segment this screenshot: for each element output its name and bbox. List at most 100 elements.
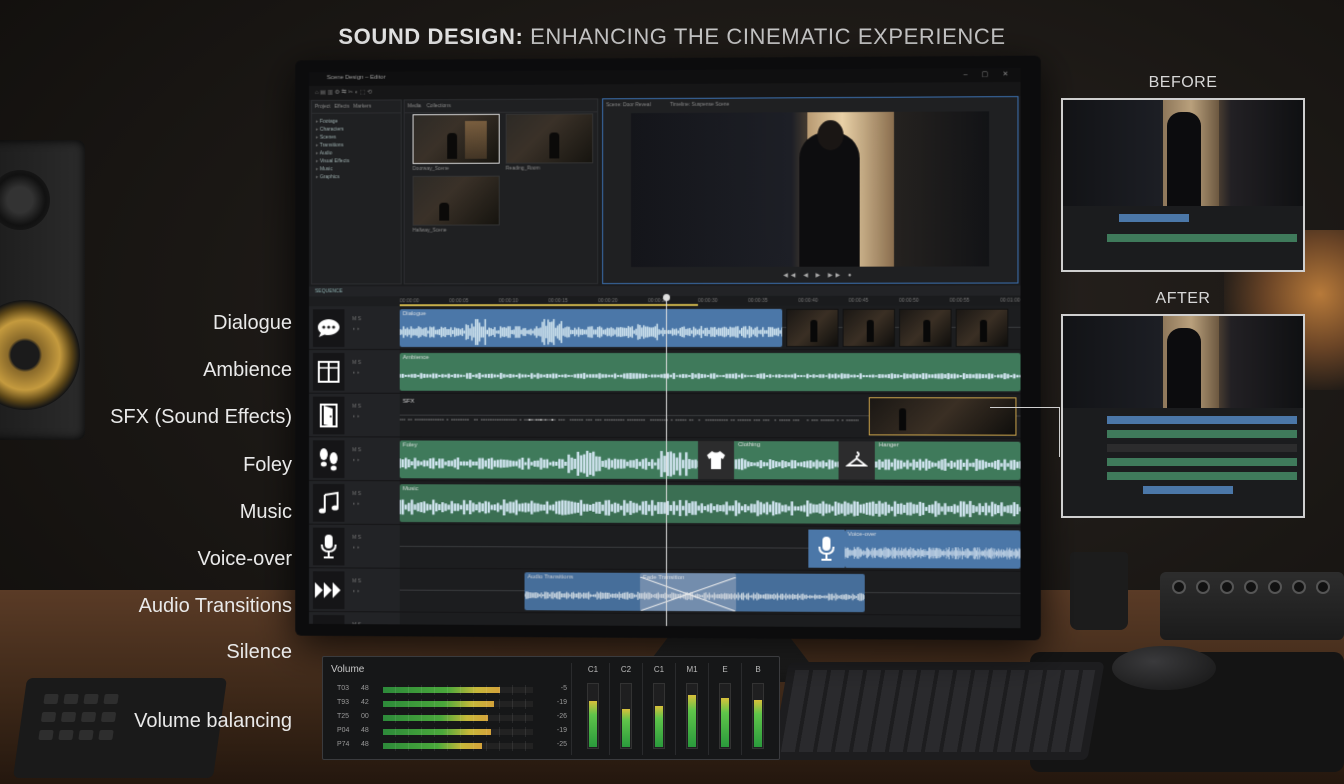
channel-name: C1 [587, 665, 599, 674]
hanger-icon [838, 441, 875, 480]
media-panel: Media Collections Doorway_Scene Reading_… [403, 98, 599, 285]
ruler-mark: 00:00:15 [548, 298, 568, 305]
track-controls[interactable]: M S◖ ◗ [352, 358, 361, 378]
footsteps-icon [312, 440, 345, 479]
channel-meter [620, 683, 632, 749]
tab-program[interactable]: Scene: Door Reveal [606, 102, 651, 108]
playhead[interactable] [665, 295, 667, 627]
ruler-mark: 00:00:45 [848, 297, 869, 304]
video-thumbnail[interactable] [955, 308, 1009, 347]
track-controls[interactable]: M S◖ ◗ [352, 402, 361, 422]
callout-volume-balancing: Volume balancing [134, 710, 292, 732]
track-header[interactable]: M S◖ ◗ [309, 437, 400, 482]
channel-meter [752, 683, 764, 749]
callout-foley: Foley [243, 454, 292, 476]
video-preview [631, 111, 990, 268]
before-timeline [1063, 206, 1303, 270]
channel-strip[interactable]: C1 [647, 665, 671, 749]
page-title: SOUND DESIGN: ENHANCING THE CINEMATIC EX… [338, 24, 1006, 49]
before-panel [1061, 98, 1305, 272]
video-thumbnail[interactable] [899, 308, 952, 347]
audio-clip[interactable]: SFX [399, 397, 859, 436]
ruler-mark: 00:00:35 [748, 297, 768, 304]
track-controls[interactable]: M S◖ ◗ [352, 314, 361, 334]
channel-name: C1 [653, 665, 665, 674]
ruler-mark: 00:01:00 [1000, 297, 1020, 304]
ruler-mark: 00:00:40 [798, 297, 818, 304]
program-header: Timeline: Suspense Scene [670, 101, 730, 108]
channel-strip[interactable]: C1 [581, 665, 605, 749]
time-ruler[interactable]: 00:00:00 00:00:05 00:00:10 00:00:15 00:00:20… [399, 295, 1021, 307]
channel-strip[interactable]: E [713, 665, 737, 749]
fade-transition[interactable]: Fade Transition [640, 572, 737, 612]
track-header[interactable]: M S◖ ◗ [309, 349, 400, 394]
thumbnail-label: Reading_Room [505, 165, 541, 172]
track-lane: Audio Transitions Fade Transition [399, 568, 1021, 617]
after-panel [1061, 314, 1305, 518]
row-db: -25 [556, 741, 567, 748]
ruler-mark: 00:00:50 [899, 297, 919, 304]
channel-strip[interactable]: C2 [614, 665, 638, 749]
project-panel: Project Effects Markers Footage Characte… [310, 99, 402, 285]
audio-clip[interactable]: Ambience [399, 352, 1021, 392]
after-timeline [1063, 408, 1303, 516]
track-controls[interactable]: M S◖ ◗ [352, 576, 361, 596]
tab-project[interactable]: Project [315, 104, 330, 110]
track-controls[interactable]: M S◖ ◗ [352, 620, 361, 628]
track-controls[interactable]: M S◖ ◗ [352, 445, 361, 465]
ruler-mark: 00:00:55 [949, 297, 970, 304]
audio-clip[interactable]: Voice-over [844, 529, 1021, 569]
media-thumbnail[interactable] [412, 113, 500, 165]
transport-controls[interactable]: ◀◀ ◀ ▶ ▶▶ ● [783, 272, 854, 279]
media-thumbnail[interactable] [412, 175, 500, 226]
volume-panel: Volume T03 48 -5 T93 42 -19 T25 00 -26 P… [322, 656, 780, 760]
microphone-icon [312, 527, 345, 566]
after-preview [1063, 316, 1303, 408]
tree-item[interactable]: Graphics [316, 173, 397, 181]
callout-music: Music [239, 501, 292, 523]
media-thumbnail[interactable] [505, 113, 594, 164]
channel-strip[interactable]: M1 [680, 665, 704, 749]
tab-markers[interactable]: Markers [353, 104, 371, 110]
track-lane: Foley Clothing Hanger [399, 437, 1021, 484]
audio-clip[interactable]: Music [399, 484, 1021, 525]
track-header[interactable]: M S◖ ◗ [309, 393, 400, 438]
track-header[interactable]: M S◖ ◗ [309, 611, 400, 629]
track-lane: SFX [399, 393, 1021, 439]
music-note-icon [312, 483, 345, 522]
track-controls[interactable]: M S◖ ◗ [352, 489, 361, 509]
media-tabs[interactable]: Media Collections [404, 99, 598, 114]
foley-tag: Hanger [878, 442, 899, 449]
row-db: -19 [556, 727, 567, 734]
track-lane: Music [399, 481, 1021, 528]
fast-forward-icon [312, 571, 345, 610]
program-tabs[interactable]: Scene: Door Reveal Timeline: Suspense Sc… [603, 97, 1017, 111]
video-thumbnail[interactable] [842, 308, 896, 347]
callout-sfx-sound-effects: SFX (Sound Effects) [110, 406, 292, 428]
row-db: -19 [556, 699, 567, 706]
tab-effects[interactable]: Effects [334, 104, 349, 110]
track-header[interactable]: M S◖ ◗ [309, 568, 400, 613]
window-icon [312, 352, 345, 391]
audio-clip[interactable]: Dialogue [399, 308, 783, 348]
track-lane: Voice-over [399, 524, 1021, 572]
channel-strip[interactable]: B [746, 665, 770, 749]
row-name: T93 [337, 699, 350, 706]
tab-media[interactable]: Media [408, 103, 421, 109]
track-controls[interactable]: M S◖ ◗ [352, 533, 361, 553]
channel-meter [587, 683, 599, 749]
row-channel: 42 [361, 699, 369, 706]
silence-meter-icon [312, 614, 345, 629]
window-controls[interactable]: – ▢ ✕ [963, 70, 1014, 78]
track-header[interactable]: M S◖ ◗ [309, 524, 400, 569]
track-header[interactable]: M S◖ ◗ [309, 480, 400, 525]
foley-tag: Clothing [738, 442, 761, 449]
track-lane [399, 612, 1021, 629]
thumbnail-label: Hallway_Scene [412, 227, 447, 234]
project-tabs[interactable]: Project Effects Markers [311, 100, 401, 114]
track-header[interactable]: M S◖ ◗ [309, 306, 400, 350]
video-thumbnail[interactable] [786, 308, 839, 347]
tab-collections[interactable]: Collections [427, 103, 451, 109]
channel-name: E [722, 665, 728, 674]
row-name: P74 [337, 741, 350, 748]
